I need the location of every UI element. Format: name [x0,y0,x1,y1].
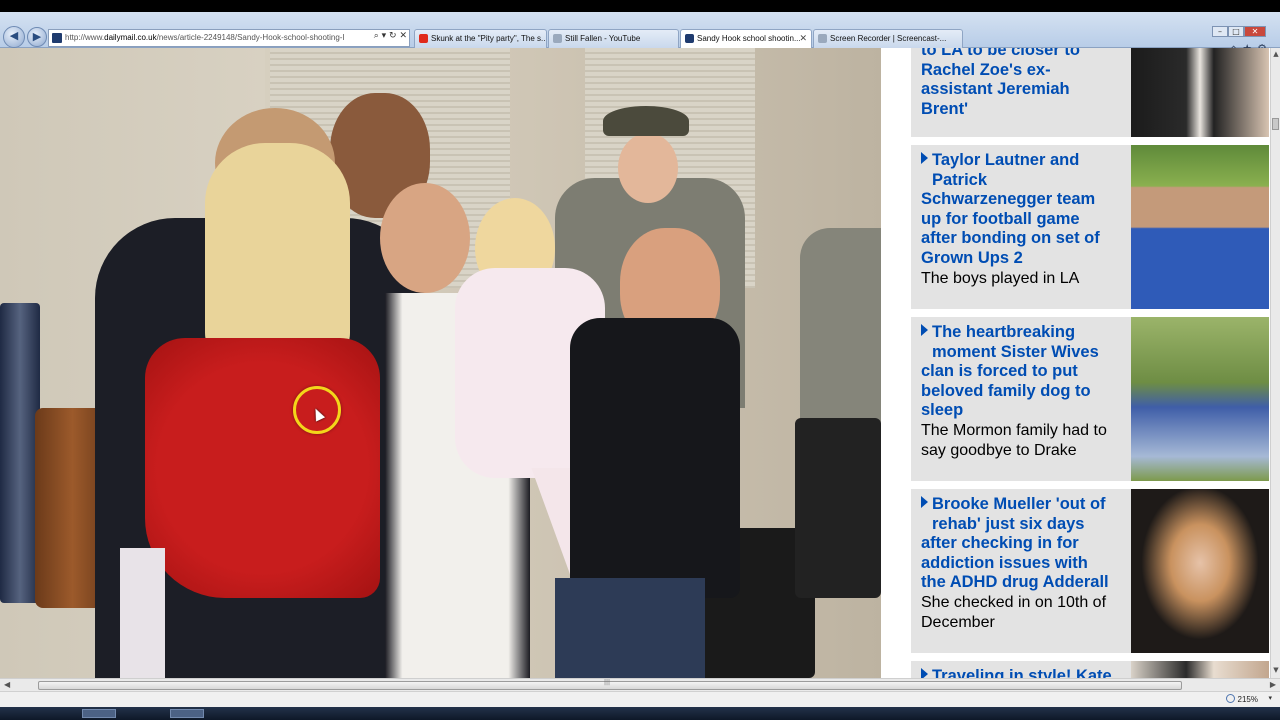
arrow-icon [921,668,928,678]
trooper-hat [603,106,689,136]
tab-screen-recorder[interactable]: Screen Recorder | Screencast-... [813,29,963,48]
zoom-dropdown-icon[interactable]: ▾ [1268,694,1272,702]
man-ucla-shirt-photo[interactable] [1131,145,1269,309]
girl-red-dress [145,338,380,598]
screen-top-border [0,0,1280,12]
card-headline[interactable]: Brooke Mueller 'out of rehab' just six d… [921,495,1126,593]
browser-window: ◀ ▶ http://www.dailymail.co.uk/news/arti… [0,0,1280,720]
card-headline[interactable]: to LA to be closer to Rachel Zoe's ex- a… [921,48,1126,119]
browser-toolbar: ◀ ▶ http://www.dailymail.co.uk/news/arti… [0,12,1280,55]
chair [795,418,881,598]
woman2-jeans [555,578,705,678]
taskbar-button[interactable] [82,709,116,718]
zoom-icon [1225,694,1235,703]
card-subtitle: She checked in on 10th of December [921,594,1107,631]
tab-still-fallen[interactable]: Still Fallen - YouTube [548,29,679,48]
girl-hair [205,143,350,363]
taskbar [0,707,1280,720]
scroll-left-icon[interactable]: ◀ [4,680,10,689]
trooper-right [800,228,881,438]
youtube-icon [419,34,428,43]
window-controls: – □ ✕ [1212,26,1272,38]
address-bar-controls[interactable]: ⌕ ▾ ↻ ✕ [370,31,407,41]
url-host: dailymail.co.uk [104,33,157,42]
site-favicon-icon [52,33,62,43]
zoom-control[interactable]: 215% [1225,694,1258,704]
sidebar-card-rachel-zoe[interactable]: to LA to be closer to Rachel Zoe's ex- a… [911,48,1269,137]
horizontal-scrollbar[interactable]: ◀ ||| ▶ [0,678,1280,691]
url-path: /news/article-2249148/Sandy-Hook-school-… [156,33,345,42]
tab-skunk[interactable]: Skunk at the "Pity party", The s... [414,29,547,48]
tab-label: Skunk at the "Pity party", The s... [431,34,547,43]
arrow-icon [921,496,928,508]
maximize-button[interactable]: □ [1228,26,1244,37]
tab-label: Still Fallen - YouTube [565,34,641,43]
url-prefix: http://www. [65,33,105,42]
taskbar-button[interactable] [170,709,204,718]
drum [0,303,40,603]
address-bar[interactable]: http://www.dailymail.co.uk/news/article-… [48,29,410,47]
trooper-face [618,133,678,203]
couple-photo[interactable] [1131,48,1269,137]
page-icon [553,34,562,43]
back-button[interactable]: ◀ [3,26,25,48]
woman-face [380,183,470,293]
sidebar-card-brooke-mueller[interactable]: Brooke Mueller 'out of rehab' just six d… [911,489,1269,653]
page-icon [818,34,827,43]
girl-legs [120,548,165,678]
woman2-jacket [570,318,740,598]
sidebar-card-sister-wives[interactable]: The heartbreaking moment Sister Wives cl… [911,317,1269,481]
sidebar-card-kate[interactable]: Traveling in style! Kate [911,661,1269,678]
vertical-scroll-thumb[interactable] [1272,118,1279,130]
close-tab-icon[interactable]: ✕ [799,33,807,44]
tab-sandy-hook[interactable]: Sandy Hook school shootin... ✕ [680,29,812,49]
card-headline[interactable]: Traveling in style! Kate [921,667,1126,678]
arrow-icon [921,152,928,164]
scroll-grip-icon: ||| [604,679,611,686]
zoom-level: 215% [1237,695,1258,704]
travel-photo[interactable] [1131,661,1269,678]
scroll-down-icon[interactable]: ▼ [1272,666,1280,676]
card-subtitle: The boys played in LA [921,270,1080,287]
status-bar: 215% ▾ [0,691,1280,707]
sidebar: to LA to be closer to Rachel Zoe's ex- a… [881,48,1270,678]
card-headline[interactable]: The heartbreaking moment Sister Wives cl… [921,323,1126,421]
vertical-scrollbar[interactable]: ▲ ▼ [1270,48,1280,678]
scroll-right-icon[interactable]: ▶ [1270,680,1276,689]
sidebar-card-taylor-lautner[interactable]: Taylor Lautner and Patrick Schwarzenegge… [911,145,1269,309]
article-photo [0,48,881,678]
close-window-button[interactable]: ✕ [1244,26,1266,37]
woman-headband-photo[interactable] [1131,489,1269,653]
boy-with-dog-photo[interactable] [1131,317,1269,481]
card-headline[interactable]: Taylor Lautner and Patrick Schwarzenegge… [921,151,1126,269]
minimize-button[interactable]: – [1212,26,1228,37]
dailymail-icon [685,34,694,43]
page-content: to LA to be closer to Rachel Zoe's ex- a… [0,48,1270,678]
tab-label: Sandy Hook school shootin... [697,34,801,43]
card-subtitle: The Mormon family had to say goodbye to … [921,422,1107,459]
arrow-icon [921,324,928,336]
forward-button[interactable]: ▶ [27,27,47,47]
tab-label: Screen Recorder | Screencast-... [830,34,947,43]
scroll-up-icon[interactable]: ▲ [1272,50,1280,60]
